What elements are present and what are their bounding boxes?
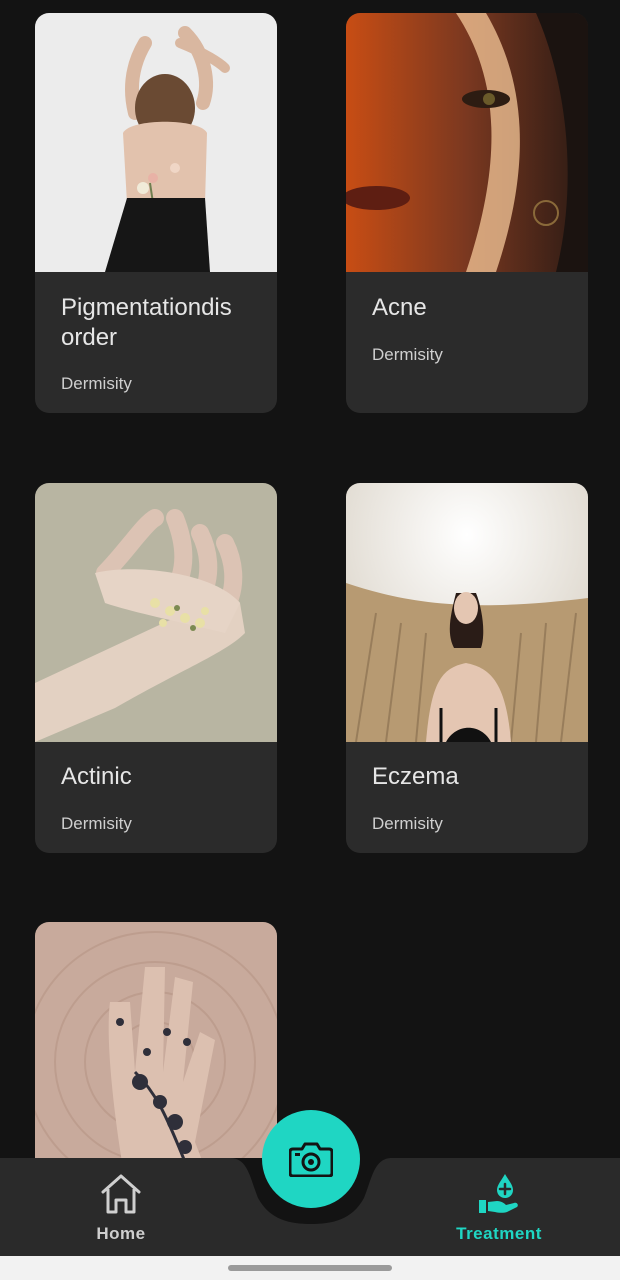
card-image-hand-flowers	[35, 483, 277, 742]
card-title: Actinic	[61, 763, 132, 790]
camera-button[interactable]	[262, 1110, 360, 1208]
card-title: Eczema	[372, 763, 459, 790]
card-pigmentation-disorder[interactable]: Pigmentationdis order Dermisity	[35, 13, 277, 413]
camera-icon	[289, 1142, 333, 1177]
system-navigation-bar	[0, 1256, 620, 1280]
card-eczema[interactable]: Eczema Dermisity	[346, 483, 588, 853]
nav-treatment[interactable]: Treatment	[424, 1158, 574, 1256]
gesture-handle[interactable]	[228, 1265, 392, 1271]
card-actinic[interactable]: Actinic Dermisity	[35, 483, 277, 853]
card-title: Acne	[372, 294, 427, 321]
hand-drop-plus-icon	[479, 1174, 518, 1213]
card-image-face-light	[346, 13, 588, 272]
home-icon	[101, 1174, 141, 1214]
card-subtitle: Dermisity	[372, 345, 443, 364]
nav-treatment-label: Treatment	[456, 1224, 542, 1243]
card-subtitle: Dermisity	[372, 814, 443, 833]
nav-home[interactable]: Home	[46, 1158, 196, 1256]
card-image-tattoo-hand	[35, 922, 277, 1158]
card-image-back-flowers	[35, 13, 277, 272]
card-subtitle: Dermisity	[61, 814, 132, 833]
card-acne[interactable]: Acne Dermisity	[346, 13, 588, 413]
nav-home-label: Home	[96, 1224, 146, 1243]
card-image-woman-grass	[346, 483, 588, 742]
card-tattoo-hand[interactable]	[35, 922, 277, 1158]
card-subtitle: Dermisity	[61, 374, 132, 393]
card-title: Pigmentationdis order	[61, 294, 232, 351]
treatment-grid: Pigmentationdis order Dermisity Acne Der…	[0, 0, 620, 1158]
